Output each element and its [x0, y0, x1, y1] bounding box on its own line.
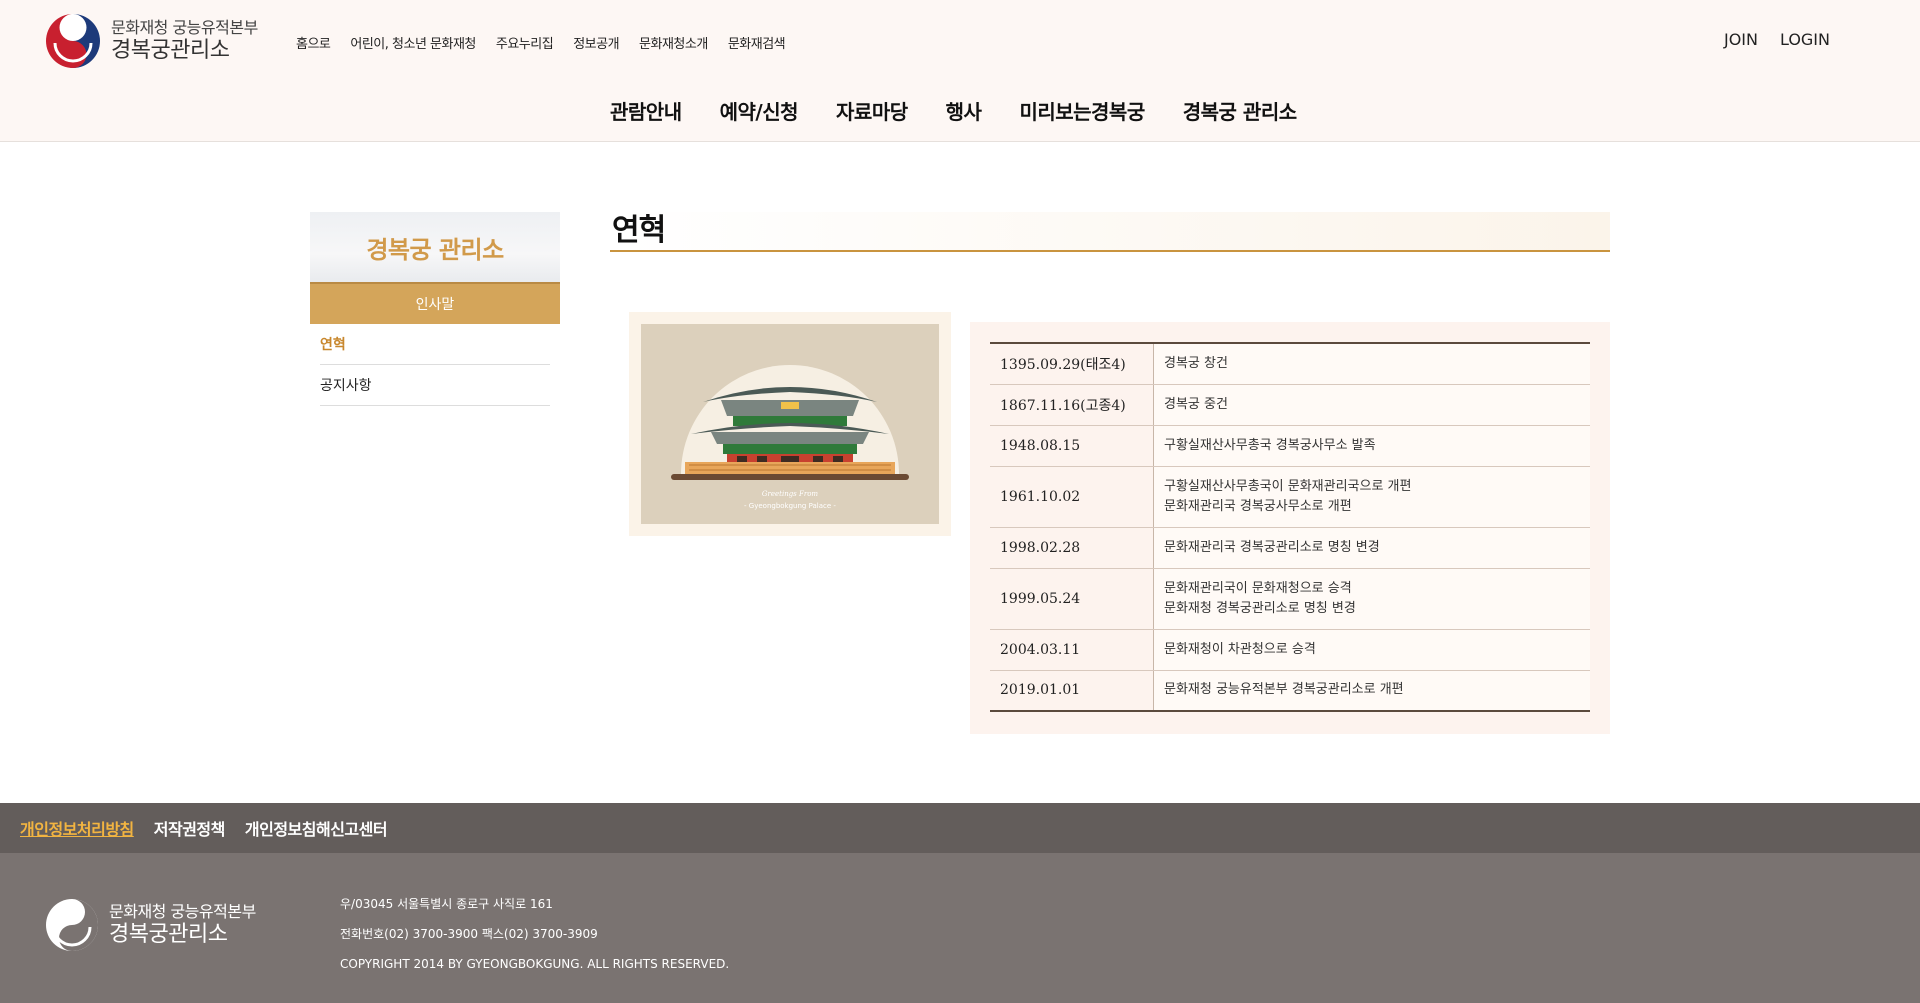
util-link-disclosure[interactable]: 정보공개 [573, 33, 619, 52]
login-link[interactable]: LOGIN [1780, 30, 1830, 49]
nav-resources[interactable]: 자료마당 [836, 96, 908, 125]
footer-link-copyright-policy[interactable]: 저작권정책 [154, 816, 226, 840]
logo-subtitle: 문화재청 궁능유적본부 [111, 18, 258, 38]
history-description: 문화재청 궁능유적본부 경복궁관리소로 개편 [1153, 670, 1590, 711]
util-link-about[interactable]: 문화재청소개 [639, 33, 708, 52]
nav-office[interactable]: 경복궁 관리소 [1183, 96, 1297, 125]
history-row: 1867.11.16(고종4) 경복궁 중건 [990, 384, 1590, 426]
photo-caption-script: Greetings From [762, 490, 818, 498]
history-row: 1395.09.29(태조4) 경복궁 창건 [990, 343, 1590, 385]
footer-info: 우/03045 서울특별시 종로구 사직로 161 전화번호(02) 3700-… [340, 889, 729, 979]
history-description: 경복궁 창건 [1153, 343, 1590, 385]
history-description-line: 경복궁 중건 [1164, 396, 1228, 412]
nav-preview[interactable]: 미리보는경복궁 [1019, 96, 1145, 125]
taegeuk-white-logo-icon [46, 899, 98, 951]
palace-illustration: Greetings From - Gyeongbokgung Palace - [641, 324, 939, 524]
sidebar-item-notices[interactable]: 공지사항 [320, 365, 550, 406]
history-date: 1998.02.28 [990, 527, 1154, 569]
history-date: 1867.11.16(고종4) [990, 384, 1154, 426]
sidebar-item-greeting[interactable]: 인사말 [310, 284, 560, 324]
photo-caption-name: - Gyeongbokgung Palace - [744, 502, 836, 510]
sidebar-item-history[interactable]: 연혁 [320, 324, 550, 365]
join-link[interactable]: JOIN [1724, 30, 1758, 49]
history-date: 1999.05.24 [990, 568, 1154, 630]
footer-copyright: COPYRIGHT 2014 BY GYEONGBOKGUNG. ALL RIG… [340, 957, 730, 971]
footer-logo-title: 경복궁관리소 [109, 921, 228, 947]
history-description-line: 문화재청 경복궁관리소로 명칭 변경 [1164, 600, 1356, 616]
nav-reservation[interactable]: 예약/신청 [720, 96, 799, 125]
auth-links: JOIN LOGIN [1724, 30, 1830, 49]
site-logo[interactable]: 문화재청 궁능유적본부 경복궁관리소 [45, 13, 258, 69]
history-table: 1395.09.29(태조4) 경복궁 창건 1867.11.16(고종4) 경복궁 … [990, 342, 1590, 712]
history-panel: 1395.09.29(태조4) 경복궁 창건 1867.11.16(고종4) 경복궁 … [970, 322, 1610, 734]
history-row: 1999.05.24 문화재관리국이 문화재청으로 승격 문화재청 경복궁관리소로 … [990, 568, 1590, 630]
footer-link-privacy-report[interactable]: 개인정보침해신고센터 [245, 816, 388, 840]
footer-logo: 문화재청 궁능유적본부 경복궁관리소 [45, 898, 256, 952]
history-date: 1961.10.02 [990, 466, 1154, 528]
footer-phone: 전화번호(02) 3700-3900 팩스(02) 3700-3909 [340, 927, 598, 941]
nav-events[interactable]: 행사 [946, 96, 982, 125]
history-description-line: 구황실재산사무총국이 문화재관리국으로 개편 [1164, 478, 1412, 494]
main-nav: 관람안내 예약/신청 자료마당 행사 미리보는경복궁 경복궁 관리소 [610, 96, 1335, 125]
util-link-portals[interactable]: 주요누리집 [496, 33, 554, 52]
history-row: 2019.01.01 문화재청 궁능유적본부 경복궁관리소로 개편 [990, 670, 1590, 711]
sidebar-title: 경복궁 관리소 [310, 212, 560, 284]
page-title: 연혁 [612, 213, 666, 248]
history-description-line: 문화재청이 차관청으로 승격 [1164, 641, 1316, 657]
history-description-line: 문화재관리국 경복궁사무소로 개편 [1164, 498, 1352, 514]
history-description-line: 문화재관리국 경복궁관리소로 명칭 변경 [1164, 539, 1380, 555]
history-date: 2004.03.11 [990, 629, 1154, 671]
footer-logo-subtitle: 문화재청 궁능유적본부 [109, 902, 256, 922]
history-date: 2019.01.01 [990, 670, 1154, 711]
palace-illustration-frame: Greetings From - Gyeongbokgung Palace - [629, 312, 951, 536]
history-row: 1948.08.15 구황실재산사무총국 경복궁사무소 발족 [990, 425, 1590, 467]
footer-address: 우/03045 서울특별시 종로구 사직로 161 [340, 897, 553, 911]
history-description-line: 문화재관리국이 문화재청으로 승격 [1164, 580, 1352, 596]
sidebar-list: 연혁 공지사항 [320, 324, 550, 406]
logo-title: 경복궁관리소 [111, 37, 230, 63]
util-link-search[interactable]: 문화재검색 [728, 33, 786, 52]
site-header: 문화재청 궁능유적본부 경복궁관리소 홈으로 어린이, 청소년 문화재청 주요누… [0, 0, 1920, 142]
page-title-bar: 연혁 [610, 212, 1610, 252]
history-row: 1998.02.28 문화재관리국 경복궁관리소로 명칭 변경 [990, 527, 1590, 569]
site-footer: 문화재청 궁능유적본부 경복궁관리소 우/03045 서울특별시 종로구 사직로… [0, 853, 1920, 1003]
history-description-line: 문화재청 궁능유적본부 경복궁관리소로 개편 [1164, 682, 1404, 698]
history-description: 문화재관리국 경복궁관리소로 명칭 변경 [1153, 527, 1590, 569]
taegeuk-logo-icon [46, 14, 100, 68]
util-link-home[interactable]: 홈으로 [296, 33, 331, 52]
history-row: 2004.03.11 문화재청이 차관청으로 승격 [990, 629, 1590, 671]
footer-links-bar: 개인정보처리방침 저작권정책 개인정보침해신고센터 [0, 803, 1920, 853]
history-table-body: 1395.09.29(태조4) 경복궁 창건 1867.11.16(고종4) 경복궁 … [990, 343, 1590, 711]
history-description: 문화재관리국이 문화재청으로 승격문화재청 경복궁관리소로 명칭 변경 [1153, 568, 1590, 630]
history-description: 구황실재산사무총국이 문화재관리국으로 개편문화재관리국 경복궁사무소로 개편 [1153, 466, 1590, 528]
history-description-line: 구황실재산사무총국 경복궁사무소 발족 [1164, 437, 1376, 453]
history-description: 경복궁 중건 [1153, 384, 1590, 426]
palace-image: Greetings From - Gyeongbokgung Palace - [641, 324, 939, 524]
history-row: 1961.10.02 구황실재산사무총국이 문화재관리국으로 개편 문화재관리국 경… [990, 466, 1590, 528]
util-link-kids[interactable]: 어린이, 청소년 문화재청 [350, 33, 476, 52]
nav-visit-info[interactable]: 관람안내 [610, 96, 682, 125]
history-date: 1948.08.15 [990, 425, 1154, 467]
history-description: 구황실재산사무총국 경복궁사무소 발족 [1153, 425, 1590, 467]
history-description: 문화재청이 차관청으로 승격 [1153, 629, 1590, 671]
sidebar: 경복궁 관리소 인사말 연혁 공지사항 [310, 212, 560, 406]
history-date: 1395.09.29(태조4) [990, 343, 1154, 385]
history-description-line: 경복궁 창건 [1164, 355, 1228, 371]
utility-nav: 홈으로 어린이, 청소년 문화재청 주요누리집 정보공개 문화재청소개 문화재검… [296, 33, 805, 52]
footer-link-privacy[interactable]: 개인정보처리방침 [20, 816, 134, 840]
